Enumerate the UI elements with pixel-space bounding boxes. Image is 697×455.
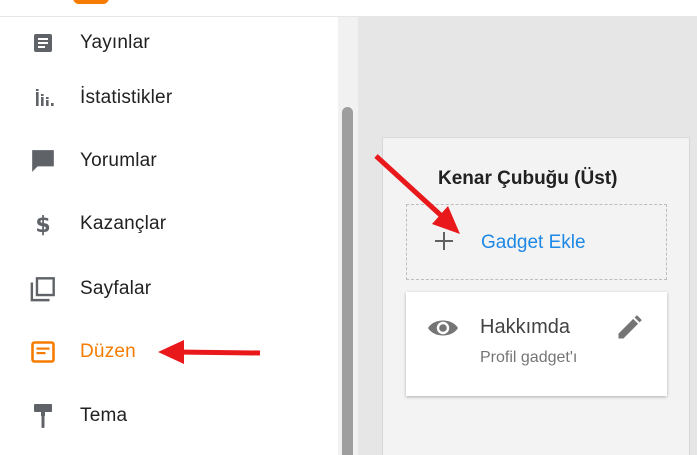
visibility-eye-icon[interactable] bbox=[427, 315, 459, 341]
stats-icon bbox=[30, 85, 56, 111]
posts-icon bbox=[30, 30, 56, 56]
comments-icon bbox=[30, 148, 56, 174]
sidebar-scrollbar-thumb[interactable] bbox=[342, 107, 353, 455]
edit-pencil-icon[interactable] bbox=[615, 314, 643, 342]
add-gadget-link[interactable]: Gadget Ekle bbox=[481, 232, 586, 254]
sidebar-item-theme[interactable]: Tema bbox=[0, 390, 338, 442]
brand-logo-edge bbox=[73, 0, 109, 4]
sidebar-item-pages[interactable]: Sayfalar bbox=[0, 263, 338, 315]
sidebar-item-earnings[interactable]: $ Kazançlar bbox=[0, 198, 338, 250]
theme-paint-roller-icon bbox=[30, 403, 56, 429]
sidebar-item-label: Yayınlar bbox=[80, 32, 150, 53]
pages-icon bbox=[30, 276, 56, 302]
sidebar-item-posts[interactable]: Yayınlar bbox=[0, 17, 338, 69]
layout-icon bbox=[30, 339, 56, 365]
sidebar-item-label: Kazançlar bbox=[80, 213, 167, 234]
sidebar: Yayınlar İstatistikler Yorumlar $ Kazanç… bbox=[0, 17, 338, 455]
annotation-arrow-gadget bbox=[374, 154, 460, 234]
gadget-subtitle: Profil gadget'ı bbox=[480, 349, 578, 366]
sidebar-item-label: Düzen bbox=[80, 341, 136, 362]
sidebar-item-label: Sayfalar bbox=[80, 278, 152, 299]
gadget-card-about[interactable] bbox=[406, 292, 667, 396]
gadget-title: Hakkımda bbox=[480, 316, 571, 338]
sidebar-item-label: İstatistikler bbox=[80, 87, 173, 108]
top-app-bar bbox=[0, 0, 697, 17]
sidebar-item-comments[interactable]: Yorumlar bbox=[0, 135, 338, 187]
sidebar-item-stats[interactable]: İstatistikler bbox=[0, 72, 338, 124]
svg-text:$: $ bbox=[35, 213, 50, 237]
sidebar-item-label: Yorumlar bbox=[80, 150, 157, 171]
dollar-icon: $ bbox=[30, 211, 56, 237]
annotation-arrow-layout bbox=[158, 340, 261, 364]
sidebar-item-label: Tema bbox=[80, 405, 128, 426]
